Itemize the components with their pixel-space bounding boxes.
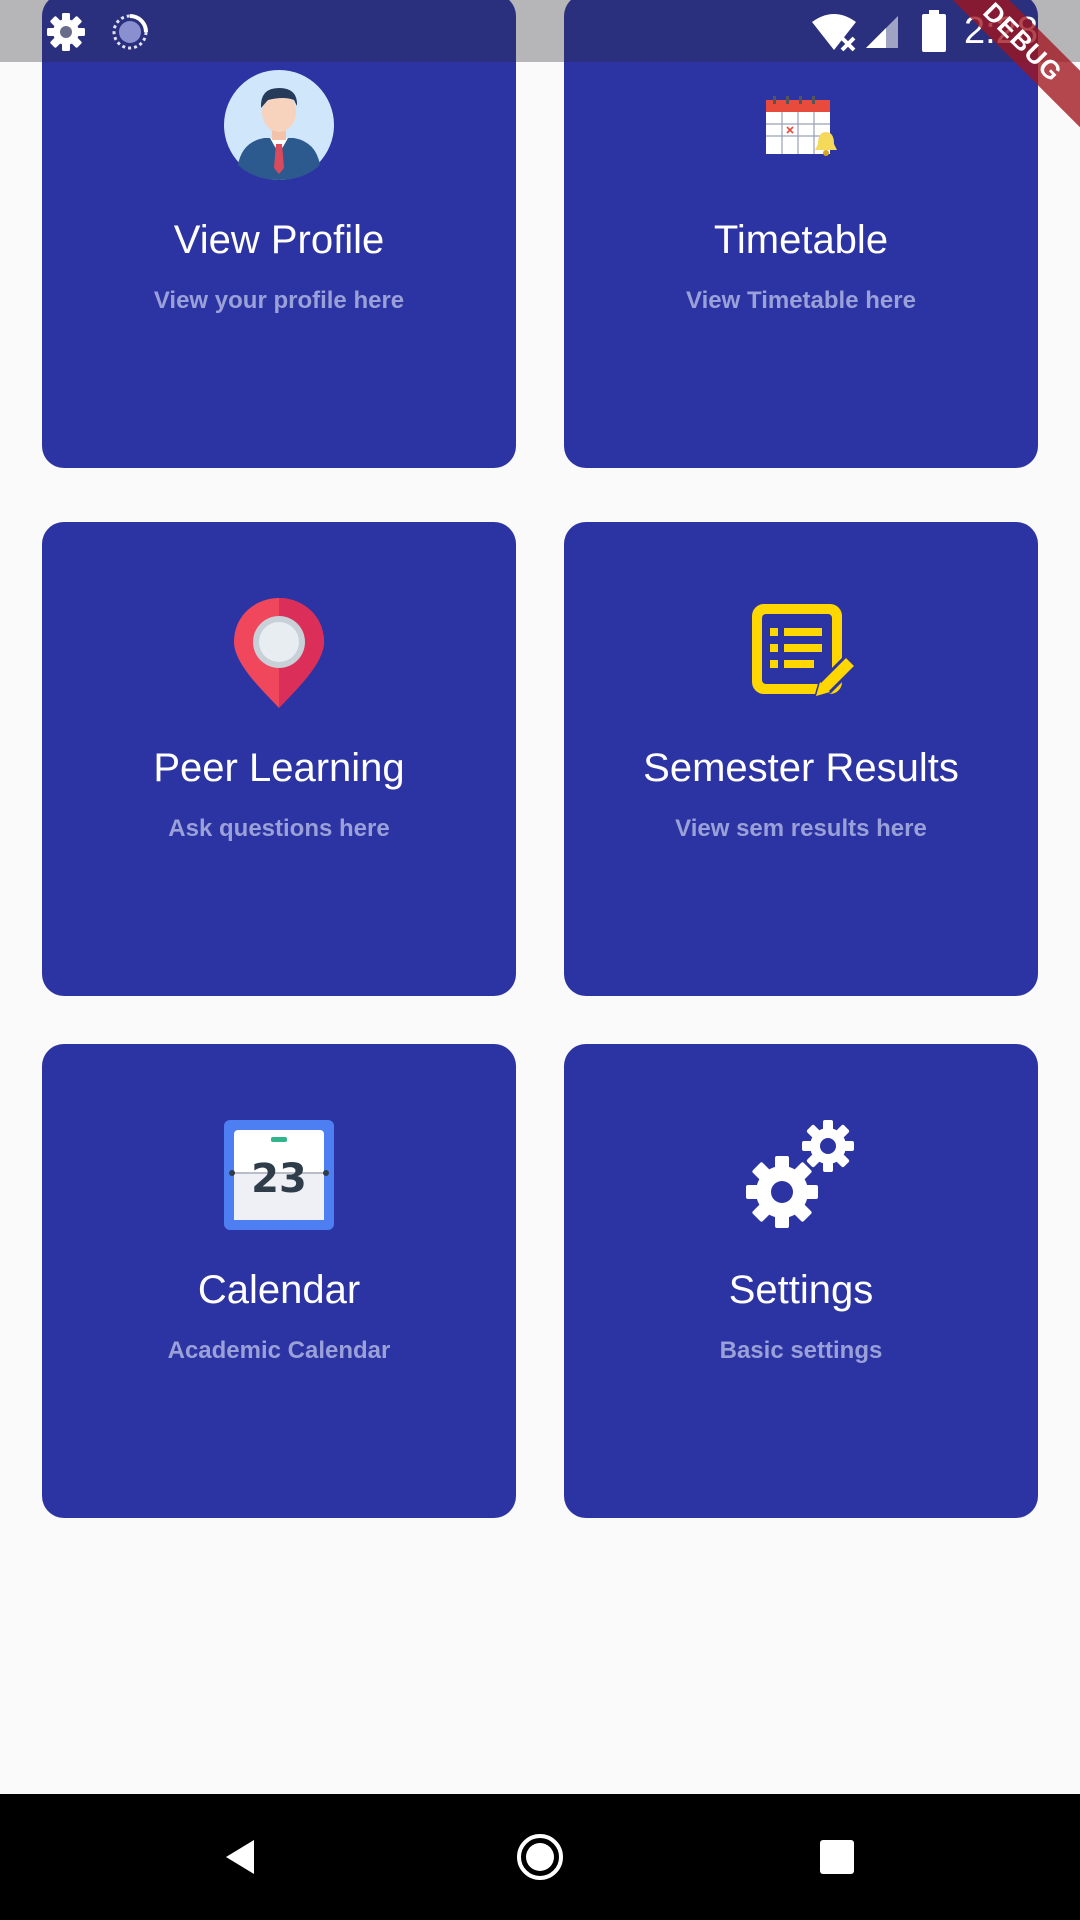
- card-settings[interactable]: Settings Basic settings: [564, 1044, 1038, 1518]
- card-peer-learning[interactable]: Peer Learning Ask questions here: [42, 522, 516, 996]
- settings-gear-icon: [46, 12, 86, 52]
- battery-icon: [922, 10, 946, 52]
- card-subtitle: Academic Calendar: [167, 1337, 391, 1364]
- card-subtitle: View your profile here: [153, 287, 405, 314]
- calendar-day-number: 23: [251, 1156, 307, 1202]
- card-view-profile[interactable]: View Profile View your profile here: [42, 0, 516, 468]
- back-icon[interactable]: [208, 1824, 274, 1890]
- sync-spinner-icon: [110, 12, 150, 52]
- card-subtitle: View sem results here: [675, 815, 927, 842]
- card-title: Settings: [728, 1268, 874, 1312]
- cell-signal-icon: [864, 14, 900, 50]
- card-title: Semester Results: [643, 746, 959, 790]
- status-bar: 2:28: [0, 0, 1080, 62]
- card-semester-results[interactable]: Semester Results View sem results here: [564, 522, 1038, 996]
- settings-gears-icon: [746, 1120, 856, 1230]
- card-timetable[interactable]: Timetable View Timetable here: [564, 0, 1038, 468]
- card-subtitle: Basic settings: [719, 1337, 883, 1364]
- card-subtitle: View Timetable here: [686, 287, 916, 314]
- home-icon[interactable]: [507, 1824, 573, 1890]
- dashboard-grid: View Profile View your profile here Time…: [0, 0, 1080, 1794]
- calendar-date-icon: 23: [224, 1120, 334, 1230]
- navigation-bar: [0, 1794, 1080, 1920]
- card-title: View Profile: [173, 218, 385, 262]
- card-title: Timetable: [713, 218, 889, 262]
- profile-avatar-icon: [224, 70, 334, 180]
- wifi-off-icon: [810, 12, 858, 52]
- card-title: Calendar: [197, 1268, 361, 1312]
- card-title: Peer Learning: [153, 746, 405, 790]
- card-calendar[interactable]: 23 Calendar Academic Calendar: [42, 1044, 516, 1518]
- timetable-calendar-icon: [746, 70, 856, 180]
- recents-icon[interactable]: [804, 1824, 870, 1890]
- map-pin-icon: [224, 598, 334, 708]
- results-document-icon: [746, 598, 856, 708]
- card-subtitle: Ask questions here: [168, 815, 390, 842]
